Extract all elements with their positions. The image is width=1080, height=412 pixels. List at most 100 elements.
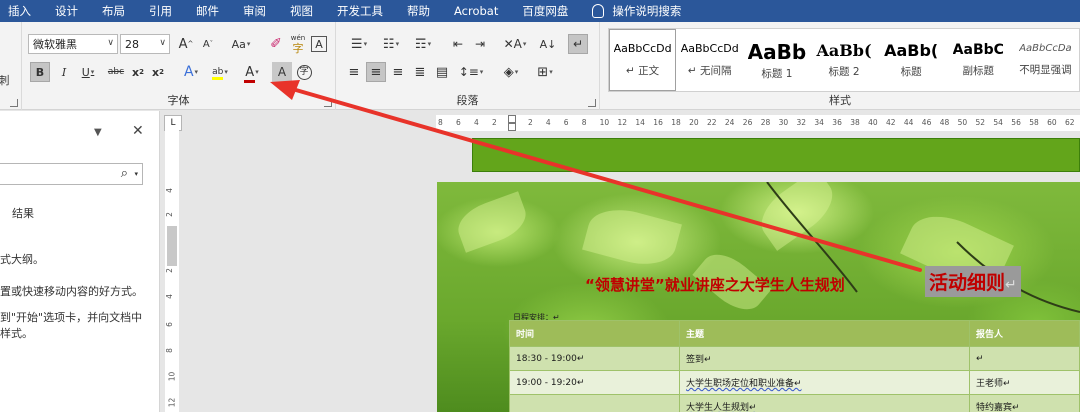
document-title-highlighted[interactable]: 活动细则↵ (925, 266, 1021, 297)
character-shading-icon[interactable]: A (272, 62, 292, 82)
table-cell[interactable]: 18:30 - 19:00↵ (509, 346, 680, 371)
menu-bar: 插入 设计 布局 引用 邮件 审阅 视图 开发工具 帮助 Acrobat 百度网… (0, 0, 1080, 22)
clipboard-launcher-icon[interactable] (10, 99, 18, 107)
align-left-icon[interactable]: ≡ (344, 62, 364, 82)
increase-indent-icon[interactable]: ⇥ (470, 34, 490, 54)
show-formatting-marks-icon[interactable]: ↵ (568, 34, 588, 54)
bullets-icon[interactable]: ☰ ▾ (344, 34, 374, 54)
chevron-down-icon[interactable]: ∨ (107, 38, 114, 48)
tell-me-search[interactable]: 操作说明搜索 (592, 3, 681, 19)
menu-mailings[interactable]: 邮件 (196, 3, 219, 19)
font-color-button[interactable]: A ▾ (238, 62, 266, 83)
ruler-tick-label: 30 (778, 118, 789, 127)
text-effects-icon[interactable]: A ▾ (178, 62, 204, 82)
chevron-down-icon[interactable]: ∨ (159, 38, 166, 48)
table-row: 19:00 - 19:20↵ 大学生职场定位和职业准备↵ 王老师↵ (509, 370, 1080, 395)
table-cell[interactable]: 大学生人生规划↵ (679, 394, 970, 412)
ruler-tick-label: 6 (563, 118, 569, 127)
table-cell[interactable]: ↵ (969, 346, 1080, 371)
styles-group-label: 样式 (829, 94, 851, 107)
search-icon[interactable]: ⌕ (121, 166, 128, 181)
subscript-button[interactable]: x2 (128, 62, 148, 82)
clear-formatting-icon[interactable]: ✐ (266, 34, 286, 54)
table-cell[interactable]: 王老师↵ (969, 370, 1080, 395)
ruler-tick-label: 6 (164, 322, 174, 327)
table-row: 大学生人生规划↵ 特约嘉宾↵ (509, 394, 1080, 412)
menu-layout[interactable]: 布局 (102, 3, 125, 19)
strikethrough-button[interactable]: abc (104, 62, 128, 82)
highlight-color-button[interactable]: ab ▾ (206, 62, 234, 82)
font-name-box[interactable]: 微软雅黑 ∨ (28, 34, 118, 54)
navpane-text-line: 置或快速移动内容的好方式。 (0, 285, 143, 298)
menu-developer[interactable]: 开发工具 (337, 3, 383, 19)
tell-me-label: 操作说明搜索 (612, 4, 682, 18)
word-window: 插入 设计 布局 引用 邮件 审阅 视图 开发工具 帮助 Acrobat 百度网… (0, 0, 1080, 412)
menu-baidu-netdisk[interactable]: 百度网盘 (522, 3, 568, 19)
title-highlight-text: 活动细则 (929, 272, 1006, 294)
ruler-tick-label: 62 (1065, 118, 1075, 127)
document-title[interactable]: “领慧讲堂”就业讲座之大学生人生规划 (585, 274, 845, 295)
menu-help[interactable]: 帮助 (407, 3, 430, 19)
paragraph-dialog-launcher-icon[interactable] (588, 99, 596, 107)
tab-selector[interactable]: L (164, 115, 182, 131)
chevron-down-icon[interactable]: ▼ (94, 127, 102, 138)
justify-icon[interactable]: ≣ (410, 62, 430, 82)
navpane-text-line: 到"开始"选项卡，并向文档中 (0, 311, 143, 324)
change-case-icon[interactable]: Aa ▾ (226, 34, 256, 54)
ruler-tick-label: 28 (760, 118, 771, 127)
decrease-indent-icon[interactable]: ⇤ (448, 34, 468, 54)
character-border-icon[interactable]: A (311, 36, 327, 52)
tab-results[interactable]: 结果 (12, 205, 34, 221)
phonetic-guide-icon[interactable]: wén 字 (288, 34, 308, 55)
table-cell[interactable] (509, 394, 680, 412)
navigation-search-input[interactable]: ⌕ ▾ (0, 163, 143, 185)
close-icon[interactable]: ✕ (132, 123, 144, 139)
italic-button[interactable]: I (54, 62, 74, 82)
table-cell[interactable]: 特约嘉宾↵ (969, 394, 1080, 412)
menu-acrobat[interactable]: Acrobat (454, 4, 498, 18)
navpane-text-line: 样式。 (0, 327, 33, 340)
ruler-tick-label: 52 (975, 118, 986, 127)
grow-font-icon[interactable]: A ^ (176, 34, 196, 54)
font-dialog-launcher-icon[interactable] (324, 99, 332, 107)
schedule-table[interactable]: 时间 主题 报告人 18:30 - 19:00↵ 签到↵ ↵ 19:00 - 1… (509, 320, 1080, 412)
menu-view[interactable]: 视图 (290, 3, 313, 19)
borders-icon[interactable]: ⊞ ▾ (530, 62, 560, 82)
font-size-box[interactable]: 28 ∨ (120, 34, 170, 54)
vertical-ruler[interactable]: 4 2 2 4 6 8 10 12 (165, 130, 179, 412)
shrink-font-icon[interactable]: Aˇ (198, 34, 218, 54)
ruler-tick-label: 22 (707, 118, 717, 127)
horizontal-ruler[interactable]: 8 6 4 2 2 4 6 8 10 12 14 16 18 20 22 24 26 28 30 32 34 36… (436, 115, 1080, 131)
menu-references[interactable]: 引用 (149, 3, 172, 19)
green-banner-shape[interactable] (472, 138, 1080, 172)
distributed-icon[interactable]: ▤ (432, 62, 452, 82)
menu-review[interactable]: 审阅 (243, 3, 266, 19)
chinese-layout-icon[interactable]: ✕A ▾ (500, 34, 530, 54)
ruler-tick-label: 34 (814, 118, 824, 127)
table-cell[interactable]: 签到↵ (679, 346, 970, 371)
bold-button[interactable]: B (30, 62, 50, 82)
menu-insert[interactable]: 插入 (8, 3, 31, 19)
chevron-down-icon[interactable]: ▾ (134, 170, 138, 178)
numbering-icon[interactable]: ☷ ▾ (376, 34, 406, 54)
multilevel-list-icon[interactable]: ☶ ▾ (408, 34, 438, 54)
table-cell[interactable]: 19:00 - 19:20↵ (509, 370, 680, 395)
lightbulb-icon (592, 4, 605, 18)
line-spacing-icon[interactable]: ↕≡ ▾ (456, 62, 486, 82)
ruler-tick-label: 2 (164, 212, 174, 217)
align-center-icon[interactable]: ≡ (366, 62, 386, 82)
align-right-icon[interactable]: ≡ (388, 62, 408, 82)
underline-button[interactable]: U ▾ (76, 62, 100, 82)
superscript-button[interactable]: x2 (148, 62, 168, 82)
ruler-tick-label: 26 (742, 118, 753, 127)
sort-icon[interactable]: A↓ (538, 34, 558, 54)
shading-icon[interactable]: ◈ ▾ (496, 62, 526, 82)
ruler-tick-label: 4 (545, 118, 551, 127)
document-page[interactable]: “领慧讲堂”就业讲座之大学生人生规划 活动细则↵ 日程安排：↵ 时间 主题 报告… (437, 182, 1080, 412)
enclose-characters-icon[interactable]: 字 (294, 62, 314, 82)
table-cell[interactable]: 大学生职场定位和职业准备↵ (679, 370, 970, 395)
ruler-tick-label: 50 (957, 118, 968, 127)
ruler-tick-label: 14 (635, 118, 645, 127)
font-size-value: 28 (125, 37, 139, 51)
menu-design[interactable]: 设计 (55, 3, 78, 19)
